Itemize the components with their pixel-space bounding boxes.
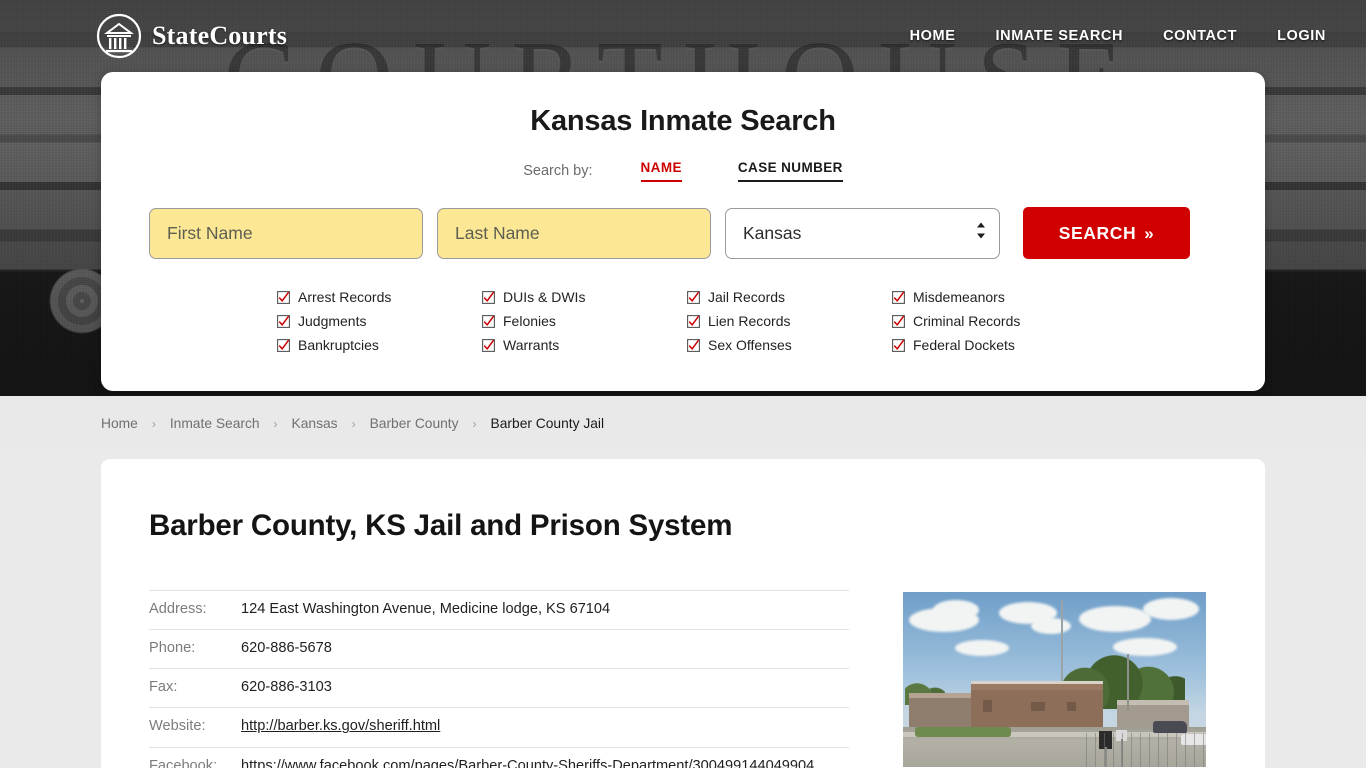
- checkbox-label: Sex Offenses: [708, 337, 792, 353]
- search-button-label: SEARCH: [1058, 222, 1137, 243]
- table-row: Address: 124 East Washington Avenue, Med…: [149, 590, 849, 631]
- chevron-right-icon: ›: [151, 416, 156, 431]
- main-content-card: Barber County, KS Jail and Prison System…: [101, 459, 1265, 768]
- search-card-title: Kansas Inmate Search: [530, 105, 836, 137]
- detail-label-fax: Fax:: [149, 679, 178, 696]
- record-type-checkbox-grid: Arrest Records DUIs & DWIs Jail Records …: [101, 285, 1265, 357]
- checkbox-checked-icon: [892, 314, 905, 328]
- breadcrumb-item-kansas[interactable]: Kansas: [292, 416, 338, 431]
- page-title: Barber County, KS Jail and Prison System: [149, 509, 733, 542]
- checkbox-label: Warrants: [503, 337, 560, 353]
- state-select[interactable]: Kansas: [725, 207, 1000, 259]
- search-by-row: Search by: NAME CASE NUMBER: [101, 160, 1265, 182]
- detail-value-fax: 620-886-3103: [241, 679, 332, 696]
- checkbox-label: Federal Dockets: [913, 337, 1015, 353]
- detail-value-address: 124 East Washington Avenue, Medicine lod…: [241, 601, 611, 617]
- inmate-search-card: Kansas Inmate Search Search by: NAME CAS…: [101, 72, 1265, 391]
- checkbox-felonies[interactable]: Felonies: [482, 309, 687, 333]
- checkbox-arrest-records[interactable]: Arrest Records: [277, 285, 482, 309]
- detail-value-phone: 620-886-5678: [241, 640, 332, 657]
- double-chevron-right-icon: »: [1144, 223, 1155, 243]
- courthouse-circle-icon: [96, 13, 142, 59]
- checkbox-warrants[interactable]: Warrants: [482, 333, 687, 357]
- checkbox-checked-icon: [892, 290, 905, 304]
- checkbox-label: Jail Records: [708, 289, 786, 305]
- nav-item-home[interactable]: HOME: [910, 28, 956, 44]
- checkbox-jail-records[interactable]: Jail Records: [687, 285, 892, 309]
- state-select-wrapper: Kansas: [725, 207, 1000, 259]
- checkbox-checked-icon: [687, 338, 700, 352]
- table-row: Fax: 620-886-3103: [149, 669, 849, 709]
- grass-strip: [915, 727, 1011, 737]
- checkbox-bankruptcies[interactable]: Bankruptcies: [277, 333, 482, 357]
- checkbox-lien-records[interactable]: Lien Records: [687, 309, 892, 333]
- checkbox-judgments[interactable]: Judgments: [277, 309, 482, 333]
- nav-item-login[interactable]: LOGIN: [1277, 28, 1326, 44]
- checkbox-criminal-records[interactable]: Criminal Records: [892, 309, 1097, 333]
- checkbox-label: Felonies: [503, 313, 556, 329]
- checkbox-label: Bankruptcies: [298, 337, 379, 353]
- jail-building-left-wing: [909, 693, 975, 729]
- last-name-input[interactable]: [437, 207, 711, 259]
- checkbox-checked-icon: [482, 290, 495, 304]
- checkbox-checked-icon: [482, 314, 495, 328]
- detail-label-facebook: Facebook:: [149, 757, 218, 768]
- chevron-right-icon: ›: [273, 416, 278, 431]
- facility-photo: [903, 592, 1206, 767]
- detail-label-phone: Phone:: [149, 640, 196, 657]
- checkbox-checked-icon: [277, 290, 290, 304]
- detail-value-website: http://barber.ks.gov/sheriff.html: [241, 716, 440, 737]
- breadcrumb-item-inmate-search[interactable]: Inmate Search: [170, 416, 260, 431]
- checkbox-misdemeanors[interactable]: Misdemeanors: [892, 285, 1097, 309]
- top-navigation-bar: StateCourts HOME INMATE SEARCH CONTACT L…: [0, 0, 1366, 72]
- breadcrumb-item-current: Barber County Jail: [490, 416, 605, 431]
- search-form-row: Kansas SEARCH »: [101, 207, 1265, 259]
- checkbox-duis-dwis[interactable]: DUIs & DWIs: [482, 285, 687, 309]
- checkbox-checked-icon: [277, 338, 290, 352]
- checkbox-label: Judgments: [298, 313, 367, 329]
- search-by-label: Search by:: [523, 163, 593, 179]
- table-row: Facebook: https://www.facebook.com/pages…: [149, 748, 849, 768]
- checkbox-checked-icon: [482, 338, 495, 352]
- checkbox-checked-icon: [687, 314, 700, 328]
- checkbox-checked-icon: [687, 290, 700, 304]
- chevron-right-icon: ›: [351, 416, 356, 431]
- checkbox-label: DUIs & DWIs: [503, 289, 586, 305]
- detail-value-facebook: https://www.facebook.com/pages/Barber-Co…: [241, 756, 814, 768]
- checkbox-sex-offenses[interactable]: Sex Offenses: [687, 333, 892, 357]
- detail-label-address: Address:: [149, 601, 207, 617]
- tab-name[interactable]: NAME: [640, 160, 682, 182]
- nav-item-inmate-search[interactable]: INMATE SEARCH: [996, 28, 1124, 44]
- breadcrumb-item-barber-county[interactable]: Barber County: [370, 416, 459, 431]
- checkbox-checked-icon: [892, 338, 905, 352]
- checkbox-label: Misdemeanors: [913, 289, 1005, 305]
- parked-car: [1153, 721, 1187, 733]
- jail-building-main: [971, 681, 1103, 729]
- table-row: Website: http://barber.ks.gov/sheriff.ht…: [149, 708, 849, 748]
- checkbox-federal-dockets[interactable]: Federal Dockets: [892, 333, 1097, 357]
- hero-banner: COURTHOUSE StateCourts HOME INMAT: [0, 0, 1366, 396]
- facility-details-row: Address: 124 East Washington Avenue, Med…: [149, 590, 1217, 768]
- brand-name-text: StateCourts: [152, 21, 288, 50]
- checkbox-checked-icon: [277, 314, 290, 328]
- nav-item-contact[interactable]: CONTACT: [1163, 28, 1237, 44]
- checkbox-label: Arrest Records: [298, 289, 392, 305]
- checkbox-label: Lien Records: [708, 313, 791, 329]
- detail-label-website: Website:: [149, 718, 206, 735]
- website-link[interactable]: http://barber.ks.gov/sheriff.html: [241, 718, 440, 734]
- breadcrumb-item-home[interactable]: Home: [101, 416, 138, 431]
- search-button[interactable]: SEARCH »: [1023, 207, 1190, 259]
- table-row: Phone: 620-886-5678: [149, 630, 849, 670]
- checkbox-label: Criminal Records: [913, 313, 1021, 329]
- brand-logo[interactable]: StateCourts: [96, 13, 287, 59]
- fence: [1086, 733, 1206, 767]
- tab-case-number[interactable]: CASE NUMBER: [737, 160, 843, 182]
- utility-pole: [1127, 654, 1129, 710]
- facility-info-table: Address: 124 East Washington Avenue, Med…: [149, 590, 849, 768]
- facebook-link[interactable]: https://www.facebook.com/pages/Barber-Co…: [241, 758, 814, 768]
- chevron-right-icon: ›: [472, 416, 477, 431]
- breadcrumb: Home › Inmate Search › Kansas › Barber C…: [0, 396, 1366, 451]
- first-name-input[interactable]: [149, 207, 423, 259]
- main-nav: HOME INMATE SEARCH CONTACT LOGIN: [910, 28, 1326, 44]
